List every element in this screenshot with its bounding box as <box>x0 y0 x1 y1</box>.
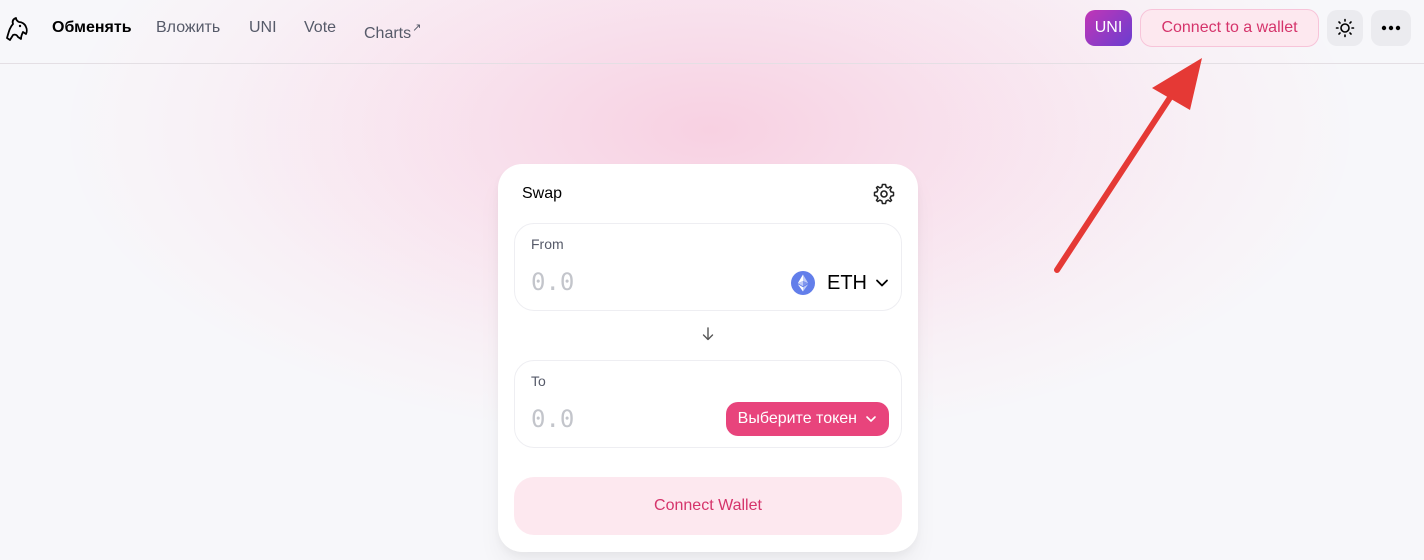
annotation-arrow <box>1054 58 1202 273</box>
to-panel: To Выберите токен <box>514 360 902 448</box>
nav-vote[interactable]: Vote <box>304 18 336 38</box>
connect-wallet-button[interactable]: Connect Wallet <box>514 477 902 535</box>
swap-card: Swap From ETH To <box>498 164 918 552</box>
uni-balance-badge[interactable]: UNI <box>1085 10 1132 46</box>
gear-icon[interactable] <box>872 182 896 206</box>
more-dots-icon <box>1381 25 1401 31</box>
nav-charts-label: Charts <box>364 25 412 42</box>
top-header: Обменять Вложить UNI Vote Charts↗ UNI Co… <box>0 0 1424 64</box>
to-amount-input[interactable] <box>531 405 731 433</box>
nav-charts[interactable]: Charts↗ <box>364 18 421 44</box>
nav-swap[interactable]: Обменять <box>52 18 132 38</box>
sun-icon <box>1335 18 1355 38</box>
nav-pool[interactable]: Вложить <box>156 18 220 38</box>
select-token-label: Выберите токен <box>737 410 857 427</box>
more-menu-button[interactable] <box>1371 10 1411 46</box>
nav-uni[interactable]: UNI <box>249 18 277 38</box>
from-token-name: ETH <box>827 271 867 294</box>
from-token-selector[interactable]: ETH <box>791 266 889 300</box>
arrow-down-icon[interactable] <box>700 326 716 342</box>
to-label: To <box>531 373 546 389</box>
ethereum-icon <box>791 271 815 295</box>
chevron-down-icon <box>876 279 888 287</box>
from-panel: From ETH <box>514 223 902 311</box>
connect-to-wallet-button[interactable]: Connect to a wallet <box>1140 9 1319 47</box>
swap-title: Swap <box>522 185 563 202</box>
unicorn-logo-icon[interactable] <box>4 16 30 42</box>
from-amount-input[interactable] <box>531 268 731 296</box>
chevron-down-icon <box>866 416 876 422</box>
external-link-icon: ↗ <box>412 22 422 34</box>
theme-toggle-button[interactable] <box>1327 10 1363 46</box>
from-label: From <box>531 236 564 252</box>
select-token-button[interactable]: Выберите токен <box>725 402 889 436</box>
